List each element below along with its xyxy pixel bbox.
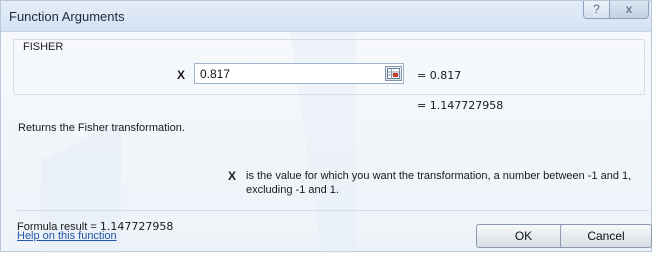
argument-x-label: X [177,68,186,82]
function-result-preview: = 1.147727958 [417,99,504,112]
cell-range-icon [387,68,400,79]
argument-help-text: is the value for which you want the tran… [246,170,632,196]
divider [17,210,649,211]
question-mark-icon: ? [593,2,600,16]
title-bar: Function Arguments ? x [1,1,651,32]
argument-help-label: X [228,169,237,183]
help-on-function-link[interactable]: Help on this function [17,230,117,242]
function-name-label: FISHER [23,41,64,53]
help-button[interactable]: ? [583,1,610,19]
ok-button[interactable]: OK [476,224,571,248]
function-description: Returns the Fisher transformation. [18,122,185,134]
dialog-title: Function Arguments [9,9,125,24]
close-icon: x [625,2,633,16]
collapse-dialog-button[interactable] [385,66,402,81]
argument-x-input[interactable] [194,63,404,84]
cancel-button[interactable]: Cancel [560,224,652,248]
function-arguments-dialog: Function Arguments ? x FISHER X = 0.817 … [0,0,652,253]
argument-evaluated-value: = 0.817 [417,69,462,82]
close-button[interactable]: x [609,1,649,19]
